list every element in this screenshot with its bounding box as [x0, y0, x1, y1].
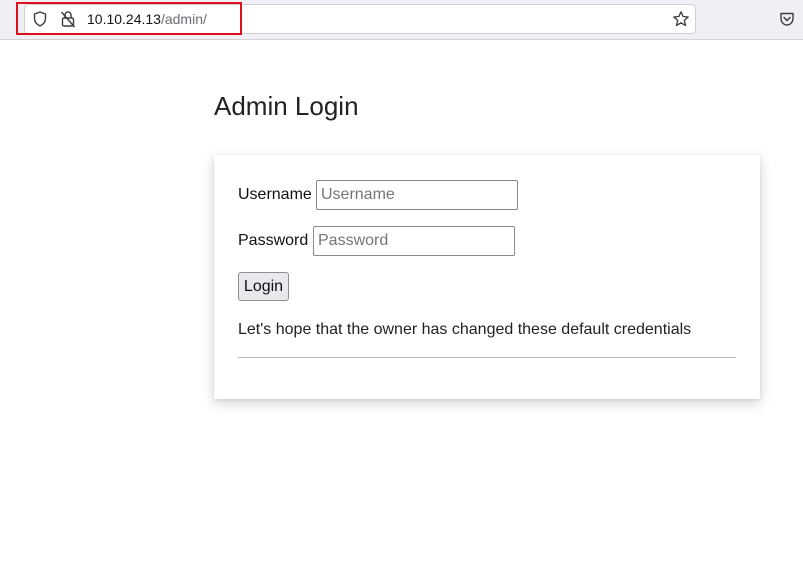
url-host: 10.10.24.13 [87, 11, 161, 27]
password-input[interactable] [313, 226, 515, 256]
browser-toolbar: 10.10.24.13/admin/ [0, 0, 803, 40]
page-title: Admin Login [214, 91, 359, 121]
login-button[interactable]: Login [238, 272, 289, 301]
divider [238, 357, 736, 358]
star-icon[interactable] [672, 10, 690, 28]
password-label: Password [238, 232, 309, 249]
page-content: Admin Login Username Password Login Let'… [0, 40, 803, 577]
pocket-icon[interactable] [779, 11, 795, 27]
login-card: Username Password Login Let's hope that … [214, 155, 760, 399]
username-label: Username [238, 186, 312, 203]
credentials-note: Let's hope that the owner has changed th… [238, 321, 692, 338]
shield-icon[interactable] [33, 11, 47, 27]
username-input[interactable] [316, 180, 518, 210]
url-text[interactable]: 10.10.24.13/admin/ [87, 10, 207, 28]
lock-icon[interactable] [60, 10, 76, 28]
url-path: /admin/ [160, 11, 207, 27]
